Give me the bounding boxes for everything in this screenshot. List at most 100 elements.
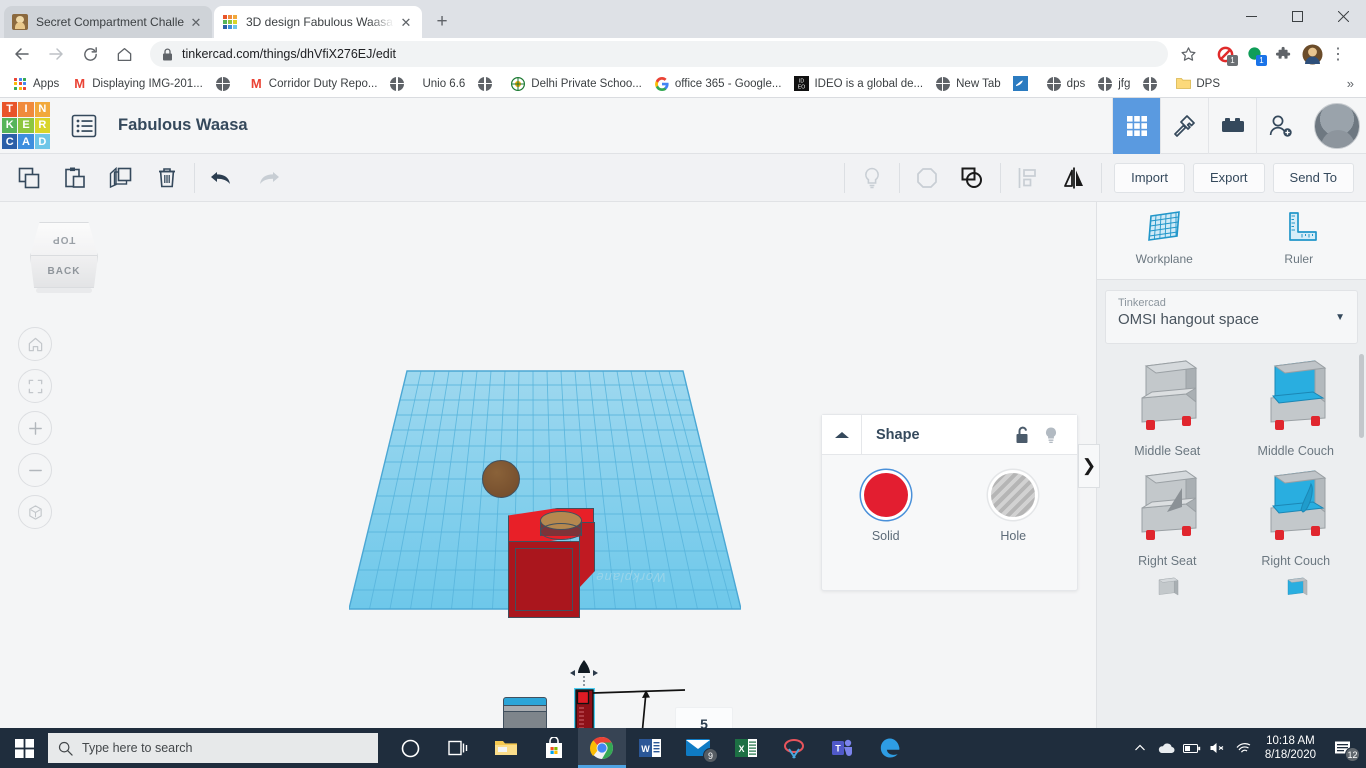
bookmark-office-365[interactable]: office 365 - Google... bbox=[648, 73, 788, 95]
bookmark-globe-2[interactable] bbox=[383, 73, 416, 95]
browser-tab-2[interactable]: 3D design Fabulous Waasa | Tink ✕ bbox=[214, 6, 422, 38]
collapse-caret-icon[interactable] bbox=[822, 415, 862, 454]
hole-swatch[interactable] bbox=[991, 473, 1036, 517]
bookmark-dps[interactable]: dps bbox=[1040, 73, 1092, 95]
puzzle-extension-icon[interactable] bbox=[1271, 42, 1295, 66]
bookmark-delhi-private-school[interactable]: Delhi Private Schoo... bbox=[504, 73, 648, 95]
sidebar-tool-workplane[interactable]: Workplane bbox=[1097, 202, 1232, 279]
send-to-button[interactable]: Send To bbox=[1272, 162, 1354, 193]
cortana-icon[interactable] bbox=[386, 728, 434, 768]
bookmark-unio[interactable]: Unio 6.6 bbox=[416, 73, 471, 95]
zoom-out-icon[interactable] bbox=[18, 453, 52, 487]
minimize-button[interactable] bbox=[1228, 0, 1274, 32]
lightbulb-icon[interactable] bbox=[1037, 421, 1065, 449]
shape-option-hole[interactable]: Hole bbox=[950, 473, 1078, 543]
ungroup-button[interactable] bbox=[904, 158, 950, 198]
bookmark-folder-dps[interactable]: DPS bbox=[1169, 73, 1226, 95]
bookmark-displaying-img[interactable]: M Displaying IMG-201... bbox=[65, 73, 209, 95]
sidebar-scrollbar[interactable] bbox=[1359, 354, 1364, 438]
bookmark-globe-3[interactable] bbox=[471, 73, 504, 95]
fit-to-view-icon[interactable] bbox=[18, 369, 52, 403]
paste-button[interactable] bbox=[52, 158, 98, 198]
volume-muted-icon[interactable] bbox=[1205, 728, 1231, 768]
battery-icon[interactable] bbox=[1179, 728, 1205, 768]
action-center-icon[interactable]: 12 bbox=[1324, 728, 1362, 768]
shape-library-item[interactable]: Middle Seat bbox=[1103, 356, 1232, 458]
copy-button[interactable] bbox=[6, 158, 52, 198]
sidebar-tool-ruler[interactable]: Ruler bbox=[1232, 202, 1366, 279]
google-chrome-icon[interactable] bbox=[578, 728, 626, 768]
shape-library-select[interactable]: Tinkercad OMSI hangout space ▼ bbox=[1105, 290, 1358, 344]
shape-library-item[interactable]: Right Seat bbox=[1103, 466, 1232, 568]
solid-swatch[interactable] bbox=[863, 473, 908, 517]
view-cube[interactable]: TOP BACK bbox=[22, 222, 106, 298]
address-bar[interactable]: tinkercad.com/things/dhVfiX276EJ/edit bbox=[150, 41, 1168, 67]
projects-grid-icon[interactable] bbox=[1112, 97, 1160, 154]
bookmark-bluebird[interactable] bbox=[1007, 73, 1040, 95]
export-button[interactable]: Export bbox=[1192, 162, 1265, 193]
reload-icon[interactable] bbox=[76, 40, 104, 68]
taskbar-clock[interactable]: 10:18 AM 8/18/2020 bbox=[1257, 734, 1324, 762]
workbench-object[interactable] bbox=[500, 697, 550, 728]
bookmark-apps[interactable]: Apps bbox=[6, 73, 65, 95]
bookmark-globe-1[interactable] bbox=[209, 73, 242, 95]
delete-button[interactable] bbox=[144, 158, 190, 198]
adblock-extension-icon[interactable]: 1 bbox=[1213, 42, 1238, 66]
bookmark-new-tab[interactable]: New Tab bbox=[929, 73, 1007, 95]
view-cube-top-face[interactable]: TOP bbox=[30, 222, 98, 256]
unlock-icon[interactable] bbox=[1009, 421, 1037, 449]
onedrive-cloud-icon[interactable] bbox=[1153, 728, 1179, 768]
show-hidden-icons-caret[interactable] bbox=[1127, 728, 1153, 768]
zoom-in-icon[interactable] bbox=[18, 411, 52, 445]
home-view-icon[interactable] bbox=[18, 327, 52, 361]
measurement-value-field[interactable]: 5 bbox=[675, 707, 733, 728]
task-view-icon[interactable] bbox=[434, 728, 482, 768]
group-button[interactable] bbox=[950, 158, 996, 198]
redo-button[interactable] bbox=[245, 158, 291, 198]
cylinder-object[interactable] bbox=[540, 511, 582, 540]
project-list-button[interactable] bbox=[64, 106, 104, 146]
blocks-brick-icon[interactable] bbox=[1208, 97, 1256, 154]
mirror-button[interactable] bbox=[1051, 158, 1097, 198]
profile-avatar[interactable] bbox=[1300, 42, 1324, 66]
file-explorer-icon[interactable] bbox=[482, 728, 530, 768]
forward-icon[interactable] bbox=[42, 40, 70, 68]
design-canvas[interactable]: TOP BACK Workplane 5 Shape Solid Hole bbox=[0, 202, 1096, 728]
align-button[interactable] bbox=[1005, 158, 1051, 198]
shape-library-item[interactable] bbox=[1232, 576, 1361, 608]
invite-person-icon[interactable] bbox=[1256, 97, 1304, 154]
search-input[interactable]: Type here to search bbox=[48, 733, 378, 763]
microsoft-edge-icon[interactable] bbox=[866, 728, 914, 768]
maximize-button[interactable] bbox=[1274, 0, 1320, 32]
duplicate-button[interactable] bbox=[98, 158, 144, 198]
bookmarks-overflow-button[interactable]: » bbox=[1347, 76, 1360, 91]
tab-close-icon[interactable]: ✕ bbox=[398, 14, 414, 30]
windows-start-icon[interactable] bbox=[0, 728, 48, 768]
shape-library-item[interactable] bbox=[1103, 576, 1232, 608]
sidebar-toggle-button[interactable]: ❯ bbox=[1078, 444, 1100, 488]
microsoft-store-icon[interactable] bbox=[530, 728, 578, 768]
tinkercad-logo[interactable]: T I N K E R C A D bbox=[2, 101, 50, 150]
microsoft-teams-icon[interactable]: T bbox=[818, 728, 866, 768]
bookmark-globe-4[interactable] bbox=[1136, 73, 1169, 95]
microsoft-word-icon[interactable]: W bbox=[626, 728, 674, 768]
tab-close-icon[interactable]: ✕ bbox=[188, 14, 204, 30]
shape-library-item[interactable]: Middle Couch bbox=[1232, 356, 1361, 458]
wifi-icon[interactable] bbox=[1231, 728, 1257, 768]
import-button[interactable]: Import bbox=[1114, 162, 1185, 193]
close-button[interactable] bbox=[1320, 0, 1366, 32]
user-avatar[interactable] bbox=[1314, 102, 1360, 149]
bookmark-ideo[interactable]: ID EO IDEO is a global de... bbox=[787, 73, 929, 95]
shape-option-solid[interactable]: Solid bbox=[822, 473, 950, 543]
microsoft-excel-icon[interactable]: X bbox=[722, 728, 770, 768]
browser-tab-1[interactable]: Secret Compartment Challenge - ✕ bbox=[4, 6, 212, 38]
codeblocks-hammer-icon[interactable] bbox=[1160, 97, 1208, 154]
bookmark-jfg[interactable]: jfg bbox=[1091, 73, 1136, 95]
mail-icon[interactable]: 9 bbox=[674, 728, 722, 768]
view-cube-front-face[interactable]: BACK bbox=[30, 256, 98, 288]
back-icon[interactable] bbox=[8, 40, 36, 68]
bookmark-corridor-duty[interactable]: M Corridor Duty Repo... bbox=[242, 73, 384, 95]
chrome-menu-icon[interactable]: ⋮ bbox=[1324, 40, 1352, 68]
sphere-object[interactable] bbox=[482, 460, 520, 498]
home-icon[interactable] bbox=[110, 40, 138, 68]
